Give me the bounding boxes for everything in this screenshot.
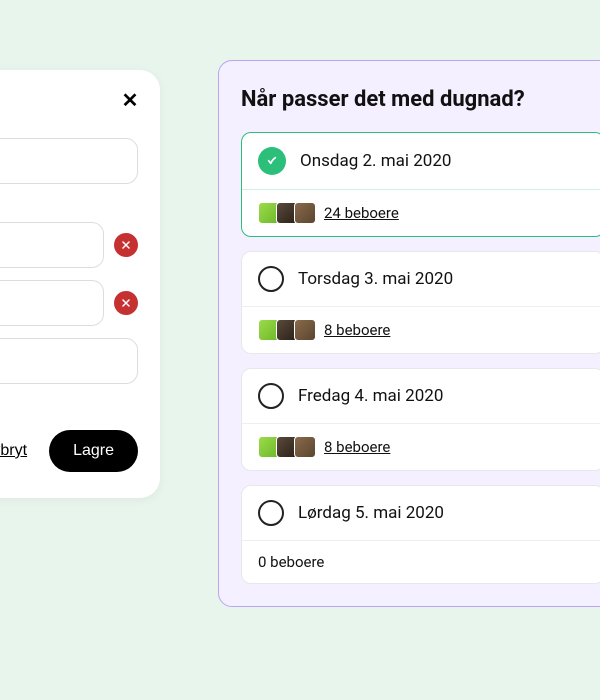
respondent-count-link[interactable]: 24 beboere — [324, 204, 399, 222]
respondents-row: 8 beboere — [242, 307, 600, 353]
avatar — [294, 319, 316, 341]
radio-icon — [258, 500, 284, 526]
avatar-stack — [258, 436, 312, 458]
respondent-count-link[interactable]: 8 beboere — [324, 438, 390, 456]
field-row — [0, 280, 138, 326]
edit-fields — [0, 138, 138, 384]
check-icon — [258, 147, 286, 175]
close-icon[interactable]: ✕ — [118, 88, 142, 112]
cancel-button[interactable]: Avbryt — [0, 442, 27, 460]
avatar-stack — [258, 202, 312, 224]
text-input[interactable] — [0, 338, 138, 384]
field-group — [0, 222, 138, 384]
poll-option-row[interactable]: Onsdag 2. mai 2020 — [242, 133, 600, 190]
text-input[interactable] — [0, 138, 138, 184]
poll-option-row[interactable]: Fredag 4. mai 2020 — [242, 369, 600, 424]
poll-option-row[interactable]: Lørdag 5. mai 2020 — [242, 486, 600, 541]
poll-option-row[interactable]: Torsdag 3. mai 2020 — [242, 252, 600, 307]
edit-actions: Avbryt Lagre — [0, 430, 138, 472]
poll-option-label: Onsdag 2. mai 2020 — [300, 151, 451, 171]
poll-options: Onsdag 2. mai 2020 24 beboere Torsdag 3.… — [241, 132, 600, 584]
respondents-row: 8 beboere — [242, 424, 600, 470]
delete-icon[interactable] — [114, 233, 138, 257]
radio-icon — [258, 266, 284, 292]
poll-option: Torsdag 3. mai 2020 8 beboere — [241, 251, 600, 354]
text-input[interactable] — [0, 280, 104, 326]
avatar — [294, 436, 316, 458]
poll-option-label: Torsdag 3. mai 2020 — [298, 269, 453, 289]
field-row — [0, 222, 138, 268]
delete-icon[interactable] — [114, 291, 138, 315]
respondent-count-link[interactable]: 8 beboere — [324, 321, 390, 339]
text-input[interactable] — [0, 222, 104, 268]
poll-title: Når passer det med dugnad? — [241, 87, 600, 112]
poll-panel: Når passer det med dugnad? Onsdag 2. mai… — [218, 60, 600, 607]
field-row — [0, 338, 138, 384]
respondents-row: 0 beboere — [242, 541, 600, 583]
edit-panel: ✕ Avbryt Lagre — [0, 70, 160, 498]
poll-option: Onsdag 2. mai 2020 24 beboere — [241, 132, 600, 237]
avatar — [294, 202, 316, 224]
respondents-row: 24 beboere — [242, 190, 600, 236]
field-row — [0, 138, 138, 184]
radio-icon — [258, 383, 284, 409]
save-button[interactable]: Lagre — [49, 430, 138, 472]
poll-option: Fredag 4. mai 2020 8 beboere — [241, 368, 600, 471]
poll-option: Lørdag 5. mai 2020 0 beboere — [241, 485, 600, 584]
respondent-count: 0 beboere — [258, 553, 324, 571]
avatar-stack — [258, 319, 312, 341]
poll-option-label: Lørdag 5. mai 2020 — [298, 503, 444, 523]
poll-option-label: Fredag 4. mai 2020 — [298, 386, 443, 406]
